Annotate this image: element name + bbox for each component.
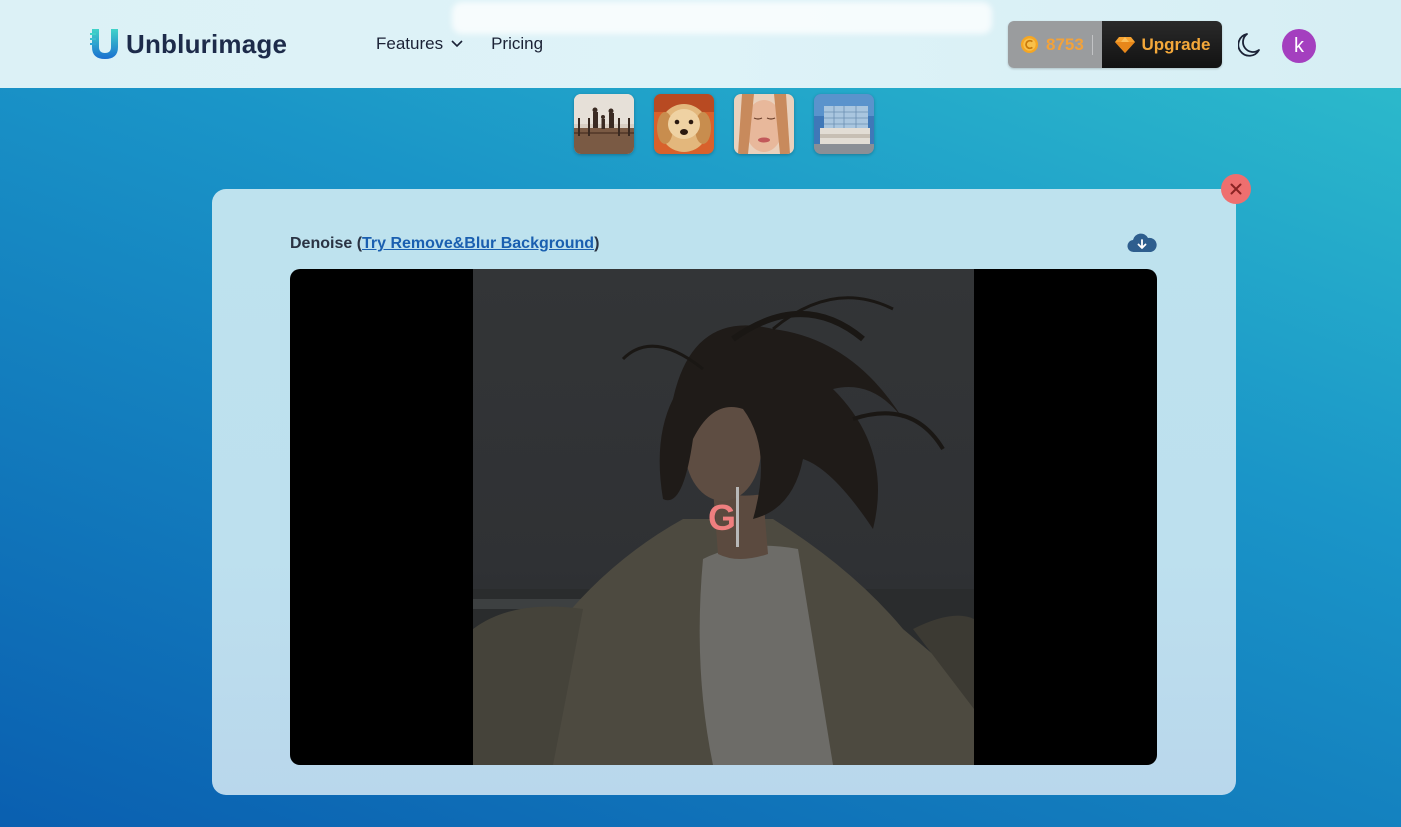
family-image xyxy=(574,94,634,154)
cloud-download-icon[interactable] xyxy=(1127,232,1157,254)
top-header: Unblurimage Features Pricing 8753 Upgrad… xyxy=(0,0,1401,88)
result-title-suffix: ) xyxy=(594,235,600,252)
upgrade-label: Upgrade xyxy=(1141,34,1211,54)
overlay-letter: G xyxy=(708,497,737,538)
building-image xyxy=(814,94,874,154)
nav-features[interactable]: Features xyxy=(376,34,463,54)
credits-count: 8753 xyxy=(1046,34,1084,54)
main-nav: Features Pricing xyxy=(376,34,543,54)
sample-thumb-family[interactable] xyxy=(574,94,634,154)
credits-divider xyxy=(1091,34,1093,55)
image-comparison-viewer[interactable]: G xyxy=(290,269,1157,765)
result-title-prefix: Denoise ( xyxy=(290,235,363,252)
nav-pricing-label: Pricing xyxy=(491,34,544,53)
comparison-slider-handle[interactable] xyxy=(736,487,739,547)
sample-thumbnails xyxy=(574,94,894,154)
avatar[interactable]: k xyxy=(1282,29,1316,63)
dog-image xyxy=(654,94,714,154)
nav-features-label: Features xyxy=(376,34,444,53)
sample-thumb-building[interactable] xyxy=(814,94,874,154)
coin-icon xyxy=(1020,35,1039,54)
result-title: Denoise (Try Remove&Blur Background) xyxy=(290,235,599,253)
remove-blur-background-link[interactable]: Try Remove&Blur Background xyxy=(362,235,594,252)
close-icon xyxy=(1230,183,1242,195)
close-result-button[interactable] xyxy=(1221,174,1251,204)
chevron-down-icon xyxy=(451,40,463,48)
gem-icon xyxy=(1114,36,1135,53)
credits-upgrade-group: 8753 Upgrade xyxy=(1008,21,1222,68)
portrait-image xyxy=(734,94,794,154)
upgrade-button[interactable]: Upgrade xyxy=(1102,21,1222,68)
credits-balance: 8753 xyxy=(1008,21,1102,68)
sample-thumb-dog[interactable] xyxy=(654,94,714,154)
brand-logo-link[interactable]: Unblurimage xyxy=(90,27,287,61)
brand-name: Unblurimage xyxy=(126,28,288,59)
nav-pricing[interactable]: Pricing xyxy=(491,34,543,54)
brand-logo-icon xyxy=(90,29,118,59)
avatar-initial: k xyxy=(1294,34,1304,57)
moon-icon[interactable] xyxy=(1238,32,1262,58)
sample-thumb-portrait[interactable] xyxy=(734,94,794,154)
header-highlight xyxy=(452,2,992,34)
result-card: Denoise (Try Remove&Blur Background) G xyxy=(212,189,1236,795)
